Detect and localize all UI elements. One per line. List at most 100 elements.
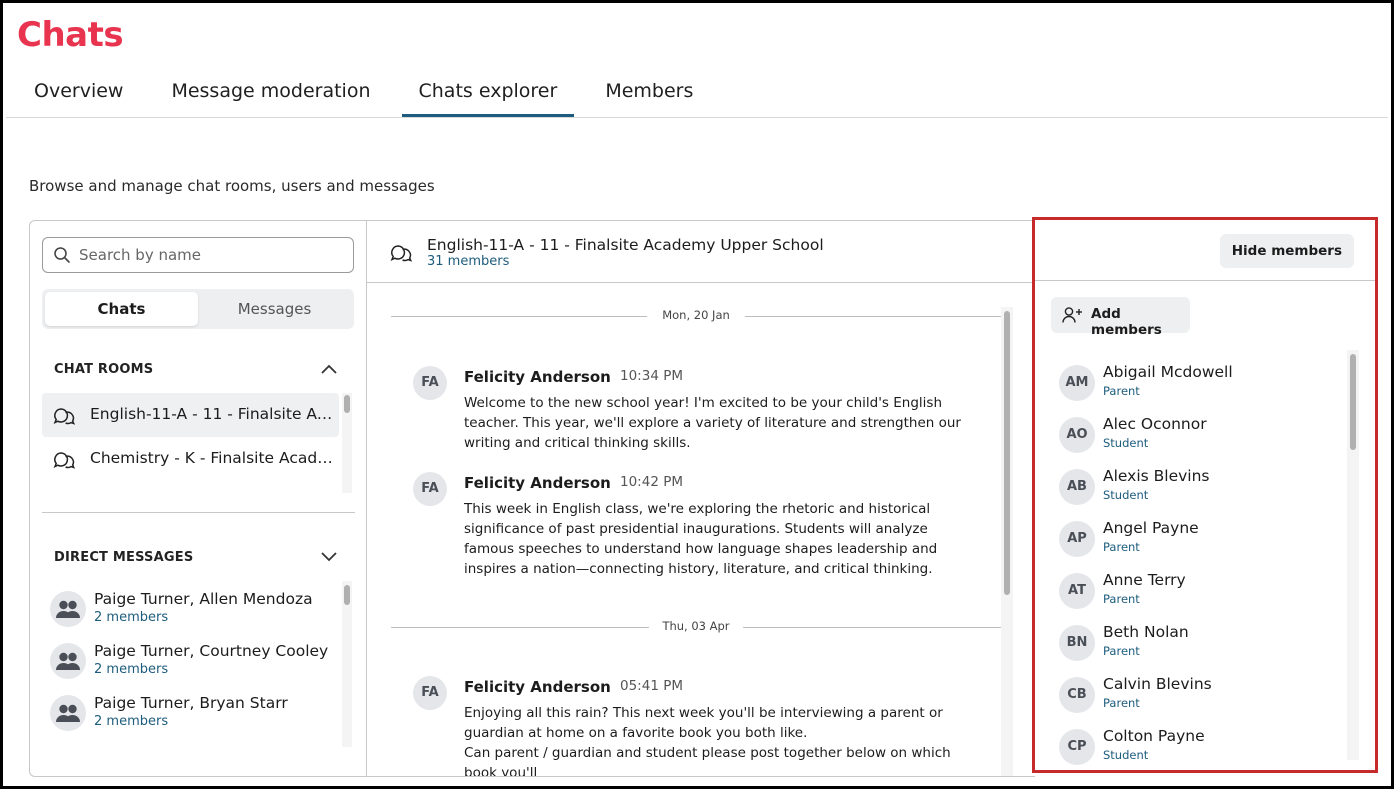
avatar: AP xyxy=(1059,521,1095,557)
avatar: AO xyxy=(1059,417,1095,453)
page-bottom-margin xyxy=(0,789,1394,800)
chat-rooms-heading: CHAT ROOMS xyxy=(54,362,154,377)
direct-message-item[interactable]: Paige Turner, Courtney Cooley 2 members xyxy=(50,639,340,687)
avatar: FA xyxy=(413,472,447,506)
chat-conversation: English-11-A - 11 - Finalsite Academy Up… xyxy=(367,221,1036,776)
search-input[interactable] xyxy=(79,244,339,266)
chats-messages-toggle: Chats Messages xyxy=(42,289,354,329)
chats-explorer-panel: Chats Messages CHAT ROOMS English-11-A -… xyxy=(29,220,1036,777)
dm-member-count: 2 members xyxy=(94,662,169,677)
group-avatar-icon xyxy=(50,695,86,731)
chat-room-item[interactable]: Chemistry - K - Finalsite Academy Upper … xyxy=(42,437,339,481)
avatar: FA xyxy=(413,676,447,710)
message-time: 10:34 PM xyxy=(620,368,683,384)
direct-message-item[interactable]: Paige Turner, Bryan Starr 2 members xyxy=(50,691,340,739)
message-body: This week in English class, we're explor… xyxy=(464,501,938,577)
members-header-divider xyxy=(1035,280,1375,281)
chat-title: English-11-A - 11 - Finalsite Academy Up… xyxy=(427,236,824,254)
tab-overview[interactable]: Overview xyxy=(17,75,140,117)
hide-members-button[interactable]: Hide members xyxy=(1219,234,1354,268)
member-role: Student xyxy=(1103,488,1149,502)
direct-message-item[interactable]: Paige Turner, Allen Mendoza 2 members xyxy=(50,587,340,635)
scrollbar-thumb[interactable] xyxy=(1350,354,1356,450)
members-panel: Hide members Add members AM Abigail Mcdo… xyxy=(1032,217,1378,773)
add-members-button[interactable]: Add members xyxy=(1051,297,1190,338)
member-item[interactable]: AO Alec Oconnor Student xyxy=(1059,415,1329,459)
group-avatar-icon xyxy=(50,643,86,679)
date-label: Thu, 03 Apr xyxy=(662,619,730,633)
member-name: Angel Payne xyxy=(1103,519,1199,537)
member-item[interactable]: AB Alexis Blevins Student xyxy=(1059,467,1329,511)
message-author: Felicity Anderson xyxy=(464,474,611,492)
avatar: AM xyxy=(1059,365,1095,401)
avatar: BN xyxy=(1059,625,1095,661)
message-text: Enjoying all this rain? This next week y… xyxy=(464,705,943,741)
chat-header: English-11-A - 11 - Finalsite Academy Up… xyxy=(367,221,1036,283)
segment-messages[interactable]: Messages xyxy=(198,292,351,326)
avatar: CB xyxy=(1059,677,1095,713)
scrollbar-thumb[interactable] xyxy=(1004,311,1010,595)
member-item[interactable]: CP Colton Payne Student xyxy=(1059,727,1329,771)
member-role: Parent xyxy=(1103,696,1140,710)
member-name: Abigail Mcdowell xyxy=(1103,363,1233,381)
member-item[interactable]: BN Beth Nolan Parent xyxy=(1059,623,1329,667)
members-scrollbar[interactable] xyxy=(1347,350,1359,760)
member-item[interactable]: AP Angel Payne Parent xyxy=(1059,519,1329,563)
search-icon xyxy=(54,247,70,263)
tab-members[interactable]: Members xyxy=(588,75,710,117)
member-role: Parent xyxy=(1103,540,1140,554)
message-list: Mon, 20 Jan FA Felicity Anderson 10:34 P… xyxy=(367,284,1036,776)
search-box[interactable] xyxy=(42,237,354,273)
member-name: Beth Nolan xyxy=(1103,623,1189,641)
chevron-down-icon[interactable] xyxy=(321,552,337,562)
avatar: AB xyxy=(1059,469,1095,505)
member-role: Parent xyxy=(1103,384,1140,398)
avatar: AT xyxy=(1059,573,1095,609)
chat-room-name: English-11-A - 11 - Finalsite Academy Up… xyxy=(90,405,336,423)
member-role: Parent xyxy=(1103,592,1140,606)
message-time: 05:41 PM xyxy=(620,678,683,694)
chevron-up-icon[interactable] xyxy=(321,364,337,374)
tabs-divider xyxy=(6,117,1388,118)
dm-name: Paige Turner, Allen Mendoza xyxy=(94,590,313,608)
date-separator: Thu, 03 Apr xyxy=(391,619,1001,635)
direct-messages-scrollbar[interactable] xyxy=(342,581,352,747)
member-item[interactable]: CB Calvin Blevins Parent xyxy=(1059,675,1329,719)
message-author: Felicity Anderson xyxy=(464,678,611,696)
chat-rooms-scrollbar[interactable] xyxy=(342,393,352,493)
message-text: Can parent / guardian and student please… xyxy=(464,745,951,776)
avatar: FA xyxy=(413,366,447,400)
member-role: Student xyxy=(1103,748,1149,762)
add-person-icon xyxy=(1062,307,1082,323)
member-name: Alexis Blevins xyxy=(1103,467,1210,485)
tab-chats-explorer[interactable]: Chats explorer xyxy=(401,75,575,117)
member-item[interactable]: AT Anne Terry Parent xyxy=(1059,571,1329,615)
chat-room-item[interactable]: English-11-A - 11 - Finalsite Academy Up… xyxy=(42,393,339,437)
member-name: Calvin Blevins xyxy=(1103,675,1212,693)
scrollbar-thumb[interactable] xyxy=(344,585,350,605)
app-window: Chats Overview Message moderation Chats … xyxy=(0,0,1394,789)
member-name: Colton Payne xyxy=(1103,727,1205,745)
avatar: CP xyxy=(1059,729,1095,765)
message-author: Felicity Anderson xyxy=(464,368,611,386)
messages-scrollbar[interactable] xyxy=(1001,307,1013,776)
chat-member-count[interactable]: 31 members xyxy=(427,254,509,269)
member-name: Alec Oconnor xyxy=(1103,415,1207,433)
dm-name: Paige Turner, Courtney Cooley xyxy=(94,642,329,660)
chat-room-icon xyxy=(53,452,76,469)
chat-room-icon xyxy=(390,245,413,262)
member-item[interactable]: AM Abigail Mcdowell Parent xyxy=(1059,363,1329,407)
tab-message-moderation[interactable]: Message moderation xyxy=(154,75,387,117)
segment-chats[interactable]: Chats xyxy=(45,292,198,326)
section-divider xyxy=(42,512,355,513)
member-role: Parent xyxy=(1103,644,1140,658)
dm-name: Paige Turner, Bryan Starr xyxy=(94,694,288,712)
dm-member-count: 2 members xyxy=(94,714,169,729)
tab-bar: Overview Message moderation Chats explor… xyxy=(17,75,724,119)
add-members-label: Add members xyxy=(1091,306,1162,338)
scrollbar-thumb[interactable] xyxy=(344,395,350,413)
direct-messages-heading: DIRECT MESSAGES xyxy=(54,550,194,565)
member-name: Anne Terry xyxy=(1103,571,1186,589)
message-body: Welcome to the new school year! I'm exci… xyxy=(464,395,961,451)
chat-room-name: Chemistry - K - Finalsite Academy Upper … xyxy=(90,449,336,467)
